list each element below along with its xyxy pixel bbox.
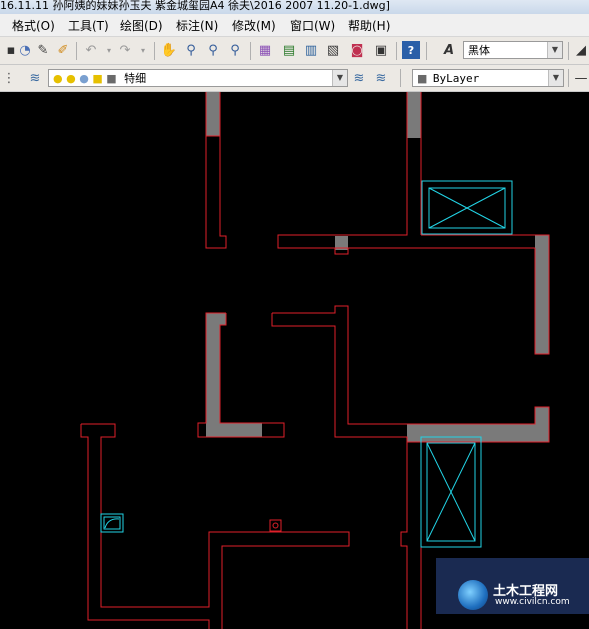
wall-fill	[206, 313, 226, 325]
wall-line	[277, 92, 535, 249]
floor-plan-drawing[interactable]	[0, 0, 589, 629]
wall-fill	[206, 325, 220, 423]
small-fixture-arc	[104, 518, 120, 529]
wall-outlines	[80, 92, 550, 629]
wall-fills	[206, 92, 549, 442]
wall-fill	[535, 407, 549, 424]
wall-line	[269, 519, 282, 532]
wall-fill	[407, 92, 421, 138]
wall-line	[271, 305, 550, 443]
wall-fill	[535, 235, 549, 354]
wall-line	[272, 522, 279, 529]
wall-fill	[206, 423, 262, 437]
wall-line	[205, 136, 227, 249]
wall-line	[421, 234, 550, 355]
wall-fill	[407, 424, 549, 442]
wall-line	[81, 423, 350, 629]
fixtures	[100, 180, 513, 548]
watermark-url: www.civilcn.com	[495, 597, 570, 607]
wall-line	[400, 442, 408, 629]
wall-line	[80, 424, 210, 629]
civilcn-logo-icon	[458, 580, 488, 610]
wall-fill	[206, 92, 220, 136]
